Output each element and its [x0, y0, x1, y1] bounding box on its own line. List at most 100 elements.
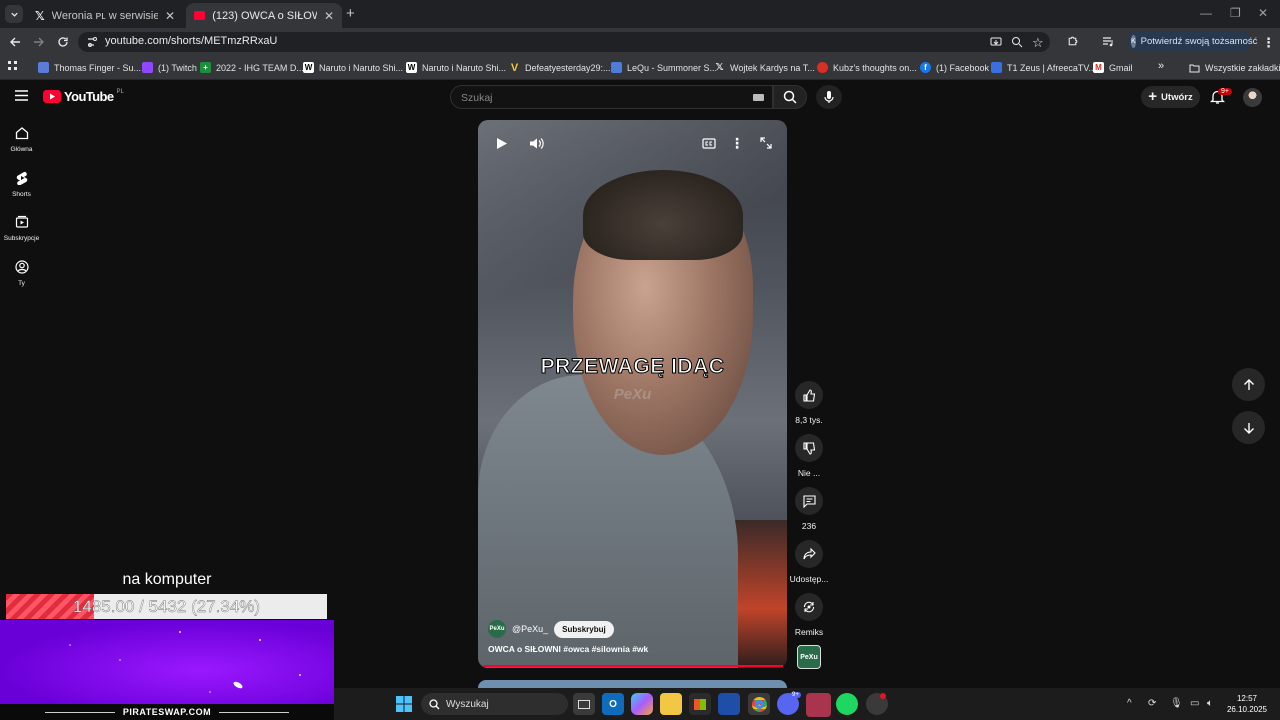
voice-search-button[interactable]: [816, 85, 842, 109]
comments-button[interactable]: 236: [790, 487, 828, 531]
play-icon: [497, 137, 507, 149]
spotify-icon[interactable]: [836, 693, 858, 715]
home-icon: [15, 127, 28, 140]
microphone-icon[interactable]: 🎙︎: [1170, 698, 1183, 709]
notification-badge: 9+: [1218, 88, 1232, 95]
close-tab-icon[interactable]: ✕: [324, 9, 334, 23]
bookmark-item[interactable]: +2022 - IHG TEAM D...: [200, 61, 304, 74]
play-button[interactable]: [488, 129, 516, 157]
plus-icon: +: [1148, 88, 1158, 105]
identity-button[interactable]: K Potwierdź swoją tożsamość: [1127, 31, 1257, 52]
url-text[interactable]: youtube.com/shorts/METmzRRxaU: [105, 35, 277, 47]
video-progress-bar[interactable]: [483, 665, 783, 667]
outlook-icon[interactable]: O: [602, 693, 624, 715]
search-input[interactable]: Szukaj: [450, 85, 773, 109]
site-info-icon[interactable]: [86, 36, 98, 48]
extensions-icon[interactable]: [1066, 35, 1079, 48]
video-title[interactable]: OWCA o SIŁOWNI #owca #silownia #wk: [488, 644, 648, 654]
bookmark-item[interactable]: V Defeatyesterday29:...: [509, 61, 611, 74]
app-icon[interactable]: [806, 693, 831, 717]
youtube-logo[interactable]: YouTube PL: [43, 89, 124, 104]
next-short-button[interactable]: [1232, 411, 1265, 444]
identity-label: Potwierdź swoją tożsamość: [1140, 36, 1258, 47]
clock-time: 12:57: [1236, 694, 1258, 703]
clock-date: 26.10.2025: [1226, 705, 1268, 714]
tab-search-button[interactable]: [5, 5, 23, 23]
dislike-icon: [802, 441, 815, 455]
video-caption: PRZEWAGĘ IDĄC: [540, 355, 725, 379]
task-view-icon[interactable]: [573, 693, 595, 715]
zoom-icon[interactable]: [1011, 36, 1023, 48]
bookmark-star-icon[interactable]: ☆: [1032, 35, 1044, 51]
hamburger-menu-icon[interactable]: [15, 90, 28, 101]
bookmark-item[interactable]: W Naruto i Naruto Shi...: [406, 61, 506, 74]
keyboard-icon[interactable]: [753, 94, 764, 101]
bookmark-item[interactable]: LeQu - Summoner S...: [611, 61, 717, 74]
overlay-goal-label: na komputer: [122, 571, 212, 588]
facebook-icon: f: [920, 62, 931, 73]
gmail-icon: M: [1093, 62, 1104, 73]
remix-button[interactable]: Remiks: [790, 593, 828, 637]
close-tab-icon[interactable]: ✕: [165, 9, 175, 23]
window-close-icon[interactable]: ✕: [1258, 6, 1268, 20]
channel-name[interactable]: @PeXu_: [512, 624, 548, 634]
restore-icon[interactable]: ❐: [1230, 6, 1241, 20]
taskbar-search[interactable]: Wyszukaj: [421, 693, 568, 715]
menu-kebab-icon[interactable]: ⋮: [1262, 35, 1275, 51]
microsoft-store-icon[interactable]: [689, 693, 711, 715]
bookmark-item[interactable]: f (1) Facebook: [920, 61, 989, 74]
file-explorer-icon[interactable]: [660, 693, 682, 715]
apps-grid-icon[interactable]: [7, 60, 19, 72]
channel-avatar[interactable]: PeXu: [488, 620, 506, 638]
bookmark-item[interactable]: Thomas Finger - Su...: [38, 61, 141, 74]
nav-shorts[interactable]: Shorts: [0, 171, 43, 198]
install-app-icon[interactable]: [990, 36, 1002, 48]
bookmark-item[interactable]: T1 Zeus | AfreecaTV...: [991, 61, 1096, 74]
more-options-icon[interactable]: ⋮: [723, 129, 751, 157]
start-button[interactable]: [396, 696, 412, 712]
previous-short-button[interactable]: [1232, 368, 1265, 401]
app-icon[interactable]: [718, 693, 740, 715]
subscribe-button[interactable]: Subskrybuj: [554, 620, 614, 638]
copilot-icon[interactable]: [631, 693, 653, 715]
more-bookmarks-icon[interactable]: »: [1158, 60, 1164, 72]
bookmark-item[interactable]: (1) Twitch: [142, 61, 197, 74]
minimize-icon[interactable]: —: [1200, 6, 1212, 20]
search-button[interactable]: [773, 85, 807, 109]
fullscreen-button[interactable]: [752, 129, 780, 157]
bookmark-item[interactable]: M Gmail: [1093, 61, 1133, 74]
reddit-icon: [817, 62, 828, 73]
captions-button[interactable]: [695, 129, 723, 157]
reload-icon[interactable]: [54, 33, 72, 51]
back-icon[interactable]: [6, 33, 24, 51]
new-tab-icon[interactable]: +: [346, 5, 355, 22]
all-bookmarks-button[interactable]: Wszystkie zakładki: [1189, 61, 1280, 74]
chrome-icon[interactable]: [748, 693, 770, 715]
youtube-icon: [194, 11, 206, 20]
bookmark-item[interactable]: 𝕏 Wojtek Kardys na T...: [714, 61, 814, 74]
overlay-goal-bar: 1485.00 / 5432 (27.34%): [6, 594, 327, 619]
overlay-brand: PIRATESWAP.COM: [0, 704, 334, 720]
sync-icon[interactable]: ⟳: [1148, 698, 1156, 709]
nav-home[interactable]: Główna: [0, 126, 43, 153]
speaker-icon[interactable]: 🔈︎: [1207, 698, 1213, 709]
create-button[interactable]: + Utwórz: [1141, 86, 1200, 108]
tab-youtube[interactable]: (123) OWCA o SIŁOWNI #owca ✕: [186, 3, 342, 28]
like-button[interactable]: 8,3 tys.: [790, 381, 828, 425]
tab-x[interactable]: 𝕏 Weronia ᴘʟ w serwisie X: „Znow ✕: [27, 3, 183, 28]
sound-thumbnail[interactable]: PeXu: [797, 645, 821, 669]
bookmark-item[interactable]: W Naruto i Naruto Shi...: [303, 61, 403, 74]
media-controls-icon[interactable]: [1102, 36, 1115, 48]
share-button[interactable]: Udostęp...: [790, 540, 828, 584]
forward-icon[interactable]: [30, 33, 48, 51]
display-icon[interactable]: ▭: [1190, 698, 1199, 709]
dislike-button[interactable]: Nie ...: [790, 434, 828, 478]
avatar[interactable]: [1243, 88, 1262, 107]
nav-you[interactable]: Ty: [0, 260, 43, 287]
chevron-up-icon[interactable]: ^: [1127, 698, 1132, 709]
system-clock[interactable]: 12:57 26.10.2025: [1222, 693, 1272, 715]
search-icon: [783, 90, 797, 104]
volume-button[interactable]: [522, 129, 550, 157]
nav-subscriptions[interactable]: Subskrypcje: [0, 215, 43, 242]
bookmark-item[interactable]: Kubz's thoughts on...: [817, 61, 917, 74]
